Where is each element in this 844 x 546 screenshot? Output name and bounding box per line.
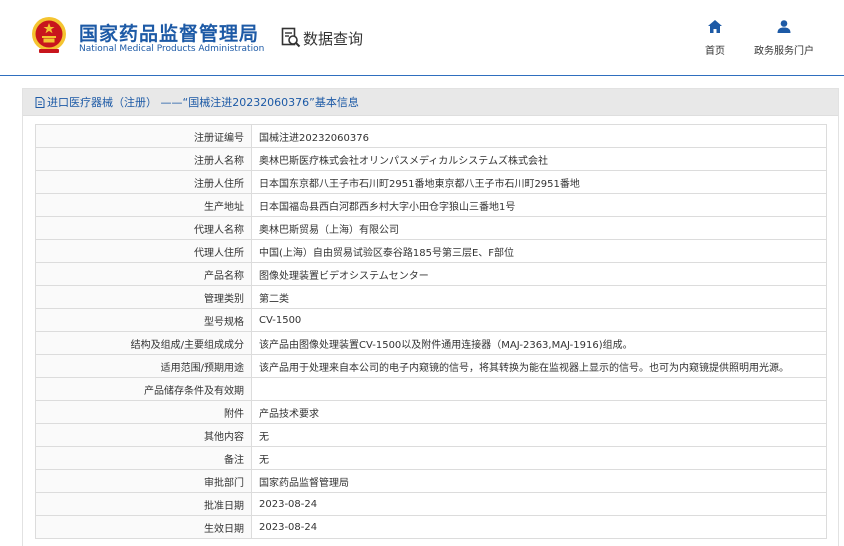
field-label: 注册证编号 [35, 124, 252, 148]
page-header: 国家药品监督管理局 National Medical Products Admi… [0, 0, 844, 76]
field-value: 日本国东京都八王子市石川町2951番地東京都八王子市石川町2951番地 [251, 170, 827, 194]
field-label: 附件 [35, 400, 252, 424]
field-label: 生效日期 [35, 515, 252, 539]
field-label: 产品名称 [35, 262, 252, 286]
org-name-en: National Medical Products Administration [79, 44, 265, 54]
table-row: 审批部门 国家药品监督管理局 [35, 469, 827, 493]
table-row: 型号规格 CV-1500 [35, 308, 827, 332]
field-value: CV-1500 [251, 308, 827, 332]
table-row: 其他内容无 [35, 423, 827, 447]
detail-panel: 进口医疗器械（注册） ——“国械注进20232060376”基本信息 注册证编号… [22, 88, 839, 546]
table-row: 附件 产品技术要求 [35, 400, 827, 424]
field-value: 奥林巴斯贸易（上海）有限公司 [251, 216, 827, 240]
home-icon [708, 20, 722, 33]
field-label: 审批部门 [35, 469, 252, 493]
field-label: 代理人名称 [35, 216, 252, 240]
table-row: 备注无 [35, 446, 827, 470]
field-label: 注册人名称 [35, 147, 252, 171]
document-icon [35, 96, 45, 108]
table-row: 适用范围/预期用途 该产品用于处理来自本公司的电子内窥镜的信号，将其转换为能在监视… [35, 354, 827, 378]
field-value: 国家药品监督管理局 [251, 469, 827, 493]
org-name-cn: 国家药品监督管理局 [79, 23, 260, 45]
table-row: 管理类别 第二类 [35, 285, 827, 309]
field-label: 生产地址 [35, 193, 252, 217]
field-value: 该产品由图像处理装置CV-1500以及附件通用连接器（MAJ-2363,MAJ-… [251, 331, 827, 355]
field-value: 无 [251, 423, 827, 447]
nav-home-link[interactable]: 首页 [700, 20, 730, 58]
field-label: 型号规格 [35, 308, 252, 332]
table-row: 生效日期 2023-08-24 [35, 515, 827, 539]
table-row: 注册证编号 国械注进20232060376 [35, 124, 827, 148]
field-value: 2023-08-24 [251, 492, 827, 516]
nav-home-label: 首页 [705, 46, 725, 57]
field-value: 图像处理装置ビデオシステムセンター [251, 262, 827, 286]
field-value: 产品技术要求 [251, 400, 827, 424]
field-value: 奥林巴斯医疗株式会社オリンパスメディカルシステムズ株式会社 [251, 147, 827, 171]
field-label: 注册人住所 [35, 170, 252, 194]
table-row: 结构及组成/主要组成成分 该产品由图像处理装置CV-1500以及附件通用连接器（M… [35, 331, 827, 355]
field-label: 产品储存条件及有效期 [35, 377, 252, 401]
magnifier-document-icon [281, 27, 301, 48]
nav-portal-link[interactable]: 政务服务门户 [749, 20, 819, 58]
field-label: 备注 [35, 446, 252, 470]
national-emblem-icon [32, 17, 66, 53]
nav-portal-label: 政务服务门户 [754, 46, 814, 57]
table-row: 代理人名称 奥林巴斯贸易（上海）有限公司 [35, 216, 827, 240]
table-row: 批准日期 2023-08-24 [35, 492, 827, 516]
field-value: 国械注进20232060376 [251, 124, 827, 148]
field-value [251, 377, 827, 401]
info-table: 注册证编号 国械注进20232060376 注册人名称 奥林巴斯医疗株式会社オリンパス… [35, 124, 827, 539]
table-row: 生产地址 日本国福岛县西白河郡西乡村大字小田仓字狼山三番地1号 [35, 193, 827, 217]
table-row: 代理人住所 中国(上海）自由贸易试验区泰谷路185号第三层E、F部位 [35, 239, 827, 263]
field-label: 代理人住所 [35, 239, 252, 263]
panel-title: 进口医疗器械（注册） ——“国械注进20232060376”基本信息 [23, 89, 838, 116]
field-value: 该产品用于处理来自本公司的电子内窥镜的信号，将其转换为能在监视器上显示的信号。也… [251, 354, 827, 378]
table-row: 产品储存条件及有效期 [35, 377, 827, 401]
panel-title-text: 进口医疗器械（注册） ——“国械注进20232060376”基本信息 [47, 96, 359, 109]
field-label: 结构及组成/主要组成成分 [35, 331, 252, 355]
field-label: 批准日期 [35, 492, 252, 516]
field-label: 管理类别 [35, 285, 252, 309]
data-query-label: 数据查询 [303, 29, 364, 48]
field-value: 2023-08-24 [251, 515, 827, 539]
table-row: 注册人名称 奥林巴斯医疗株式会社オリンパスメディカルシステムズ株式会社 [35, 147, 827, 171]
table-row: 注册人住所 日本国东京都八王子市石川町2951番地東京都八王子市石川町2951番地 [35, 170, 827, 194]
field-value: 无 [251, 446, 827, 470]
table-row: 产品名称 图像处理装置ビデオシステムセンター [35, 262, 827, 286]
field-value: 日本国福岛县西白河郡西乡村大字小田仓字狼山三番地1号 [251, 193, 827, 217]
data-query-title: 数据查询 [281, 25, 363, 51]
user-icon [777, 20, 791, 33]
field-value: 第二类 [251, 285, 827, 309]
field-label: 其他内容 [35, 423, 252, 447]
field-label: 适用范围/预期用途 [35, 354, 252, 378]
field-value: 中国(上海）自由贸易试验区泰谷路185号第三层E、F部位 [251, 239, 827, 263]
